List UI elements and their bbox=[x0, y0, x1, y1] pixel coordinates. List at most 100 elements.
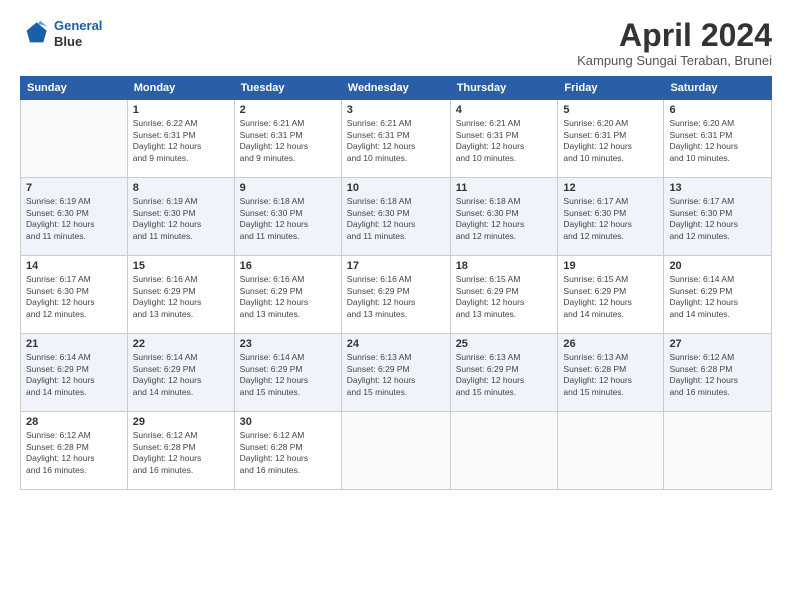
calendar-cell bbox=[21, 100, 128, 178]
day-number: 21 bbox=[26, 338, 122, 350]
header: General Blue April 2024 Kampung Sungai T… bbox=[20, 18, 772, 68]
day-number: 13 bbox=[669, 182, 766, 194]
day-number: 19 bbox=[563, 260, 658, 272]
calendar-cell: 17Sunrise: 6:16 AM Sunset: 6:29 PM Dayli… bbox=[341, 256, 450, 334]
day-info: Sunrise: 6:21 AM Sunset: 6:31 PM Dayligh… bbox=[456, 118, 553, 164]
day-info: Sunrise: 6:13 AM Sunset: 6:29 PM Dayligh… bbox=[456, 352, 553, 398]
calendar-cell: 12 Sunrise: 6:17 AM Sunset: 6:30 PM Dayli… bbox=[558, 178, 664, 256]
day-number: 11 bbox=[456, 182, 553, 194]
calendar-cell: 30Sunrise: 6:12 AM Sunset: 6:28 PM Dayli… bbox=[234, 412, 341, 490]
calendar-header-sunday: Sunday bbox=[21, 77, 128, 100]
calendar-week-row: 28Sunrise: 6:12 AM Sunset: 6:28 PM Dayli… bbox=[21, 412, 772, 490]
calendar-cell: 3 Sunrise: 6:21 AM Sunset: 6:31 PM Daylig… bbox=[341, 100, 450, 178]
calendar-cell: 8 Sunrise: 6:19 AM Sunset: 6:30 PM Daylig… bbox=[127, 178, 234, 256]
day-info: Sunrise: 6:16 AM Sunset: 6:29 PM Dayligh… bbox=[347, 274, 445, 320]
day-info: Sunrise: 6:17 AM Sunset: 6:30 PM Dayligh… bbox=[563, 196, 658, 242]
day-info: Sunrise: 6:12 AM Sunset: 6:28 PM Dayligh… bbox=[669, 352, 766, 398]
day-info: Sunrise: 6:12 AM Sunset: 6:28 PM Dayligh… bbox=[240, 430, 336, 476]
day-number: 9 bbox=[240, 182, 336, 194]
calendar-cell: 4 Sunrise: 6:21 AM Sunset: 6:31 PM Daylig… bbox=[450, 100, 558, 178]
calendar-cell bbox=[558, 412, 664, 490]
calendar-cell: 10 Sunrise: 6:18 AM Sunset: 6:30 PM Dayli… bbox=[341, 178, 450, 256]
calendar-cell: 13 Sunrise: 6:17 AM Sunset: 6:30 PM Dayli… bbox=[664, 178, 772, 256]
calendar-cell: 24 Sunrise: 6:13 AM Sunset: 6:29 PM Dayli… bbox=[341, 334, 450, 412]
calendar-cell bbox=[341, 412, 450, 490]
day-info: Sunrise: 6:20 AM Sunset: 6:31 PM Dayligh… bbox=[669, 118, 766, 164]
day-info: Sunrise: 6:14 AM Sunset: 6:29 PM Dayligh… bbox=[669, 274, 766, 320]
calendar-cell: 16 Sunrise: 6:16 AM Sunset: 6:29 PM Dayli… bbox=[234, 256, 341, 334]
calendar-cell: 9 Sunrise: 6:18 AM Sunset: 6:30 PM Daylig… bbox=[234, 178, 341, 256]
logo-icon bbox=[20, 19, 50, 49]
day-info: Sunrise: 6:17 AM Sunset: 6:30 PM Dayligh… bbox=[26, 274, 122, 320]
day-number: 22 bbox=[133, 338, 229, 350]
day-info: Sunrise: 6:22 AM Sunset: 6:31 PM Dayligh… bbox=[133, 118, 229, 164]
calendar-cell: 11 Sunrise: 6:18 AM Sunset: 6:30 PM Dayli… bbox=[450, 178, 558, 256]
calendar-cell: 26 Sunrise: 6:13 AM Sunset: 6:28 PM Dayli… bbox=[558, 334, 664, 412]
calendar-cell: 14 Sunrise: 6:17 AM Sunset: 6:30 PM Dayli… bbox=[21, 256, 128, 334]
day-number: 4 bbox=[456, 104, 553, 116]
day-number: 2 bbox=[240, 104, 336, 116]
day-info: Sunrise: 6:17 AM Sunset: 6:30 PM Dayligh… bbox=[669, 196, 766, 242]
day-number: 26 bbox=[563, 338, 658, 350]
day-number: 23 bbox=[240, 338, 336, 350]
logo-text: General Blue bbox=[54, 18, 102, 49]
day-number: 25 bbox=[456, 338, 553, 350]
day-number: 12 bbox=[563, 182, 658, 194]
day-info: Sunrise: 6:18 AM Sunset: 6:30 PM Dayligh… bbox=[240, 196, 336, 242]
calendar-cell: 25 Sunrise: 6:13 AM Sunset: 6:29 PM Dayli… bbox=[450, 334, 558, 412]
day-info: Sunrise: 6:20 AM Sunset: 6:31 PM Dayligh… bbox=[563, 118, 658, 164]
calendar-week-row: 14 Sunrise: 6:17 AM Sunset: 6:30 PM Dayli… bbox=[21, 256, 772, 334]
calendar-header-wednesday: Wednesday bbox=[341, 77, 450, 100]
day-number: 1 bbox=[133, 104, 229, 116]
calendar-cell: 18Sunrise: 6:15 AM Sunset: 6:29 PM Dayli… bbox=[450, 256, 558, 334]
day-info: Sunrise: 6:16 AM Sunset: 6:29 PM Dayligh… bbox=[240, 274, 336, 320]
day-info: Sunrise: 6:14 AM Sunset: 6:29 PM Dayligh… bbox=[240, 352, 336, 398]
calendar-cell bbox=[450, 412, 558, 490]
calendar-cell: 20 Sunrise: 6:14 AM Sunset: 6:29 PM Dayli… bbox=[664, 256, 772, 334]
calendar-cell: 21 Sunrise: 6:14 AM Sunset: 6:29 PM Dayli… bbox=[21, 334, 128, 412]
calendar-cell: 15 Sunrise: 6:16 AM Sunset: 6:29 PM Dayli… bbox=[127, 256, 234, 334]
day-info: Sunrise: 6:13 AM Sunset: 6:29 PM Dayligh… bbox=[347, 352, 445, 398]
day-number: 14 bbox=[26, 260, 122, 272]
day-number: 15 bbox=[133, 260, 229, 272]
calendar-cell: 7 Sunrise: 6:19 AM Sunset: 6:30 PM Daylig… bbox=[21, 178, 128, 256]
day-info: Sunrise: 6:19 AM Sunset: 6:30 PM Dayligh… bbox=[26, 196, 122, 242]
day-number: 3 bbox=[347, 104, 445, 116]
calendar-header-friday: Friday bbox=[558, 77, 664, 100]
day-info: Sunrise: 6:15 AM Sunset: 6:29 PM Dayligh… bbox=[456, 274, 553, 320]
day-number: 10 bbox=[347, 182, 445, 194]
day-info: Sunrise: 6:16 AM Sunset: 6:29 PM Dayligh… bbox=[133, 274, 229, 320]
day-info: Sunrise: 6:14 AM Sunset: 6:29 PM Dayligh… bbox=[133, 352, 229, 398]
title-block: April 2024 Kampung Sungai Teraban, Brune… bbox=[577, 18, 772, 68]
calendar-header-row: SundayMondayTuesdayWednesdayThursdayFrid… bbox=[21, 77, 772, 100]
day-info: Sunrise: 6:18 AM Sunset: 6:30 PM Dayligh… bbox=[456, 196, 553, 242]
calendar-week-row: 21 Sunrise: 6:14 AM Sunset: 6:29 PM Dayli… bbox=[21, 334, 772, 412]
day-number: 6 bbox=[669, 104, 766, 116]
day-info: Sunrise: 6:15 AM Sunset: 6:29 PM Dayligh… bbox=[563, 274, 658, 320]
day-number: 16 bbox=[240, 260, 336, 272]
day-number: 8 bbox=[133, 182, 229, 194]
day-info: Sunrise: 6:18 AM Sunset: 6:30 PM Dayligh… bbox=[347, 196, 445, 242]
day-info: Sunrise: 6:13 AM Sunset: 6:28 PM Dayligh… bbox=[563, 352, 658, 398]
calendar-cell: 28Sunrise: 6:12 AM Sunset: 6:28 PM Dayli… bbox=[21, 412, 128, 490]
day-number: 24 bbox=[347, 338, 445, 350]
calendar-header-saturday: Saturday bbox=[664, 77, 772, 100]
calendar-cell: 22 Sunrise: 6:14 AM Sunset: 6:29 PM Dayli… bbox=[127, 334, 234, 412]
day-number: 29 bbox=[133, 416, 229, 428]
day-number: 5 bbox=[563, 104, 658, 116]
logo: General Blue bbox=[20, 18, 102, 49]
calendar-cell: 23 Sunrise: 6:14 AM Sunset: 6:29 PM Dayli… bbox=[234, 334, 341, 412]
day-info: Sunrise: 6:14 AM Sunset: 6:29 PM Dayligh… bbox=[26, 352, 122, 398]
day-number: 20 bbox=[669, 260, 766, 272]
calendar-cell: 19 Sunrise: 6:15 AM Sunset: 6:29 PM Dayli… bbox=[558, 256, 664, 334]
calendar-header-monday: Monday bbox=[127, 77, 234, 100]
location: Kampung Sungai Teraban, Brunei bbox=[577, 53, 772, 68]
page: General Blue April 2024 Kampung Sungai T… bbox=[0, 0, 792, 612]
day-info: Sunrise: 6:12 AM Sunset: 6:28 PM Dayligh… bbox=[26, 430, 122, 476]
calendar-week-row: 7 Sunrise: 6:19 AM Sunset: 6:30 PM Daylig… bbox=[21, 178, 772, 256]
day-info: Sunrise: 6:21 AM Sunset: 6:31 PM Dayligh… bbox=[347, 118, 445, 164]
day-info: Sunrise: 6:19 AM Sunset: 6:30 PM Dayligh… bbox=[133, 196, 229, 242]
calendar-header-thursday: Thursday bbox=[450, 77, 558, 100]
day-number: 7 bbox=[26, 182, 122, 194]
month-title: April 2024 bbox=[577, 18, 772, 53]
